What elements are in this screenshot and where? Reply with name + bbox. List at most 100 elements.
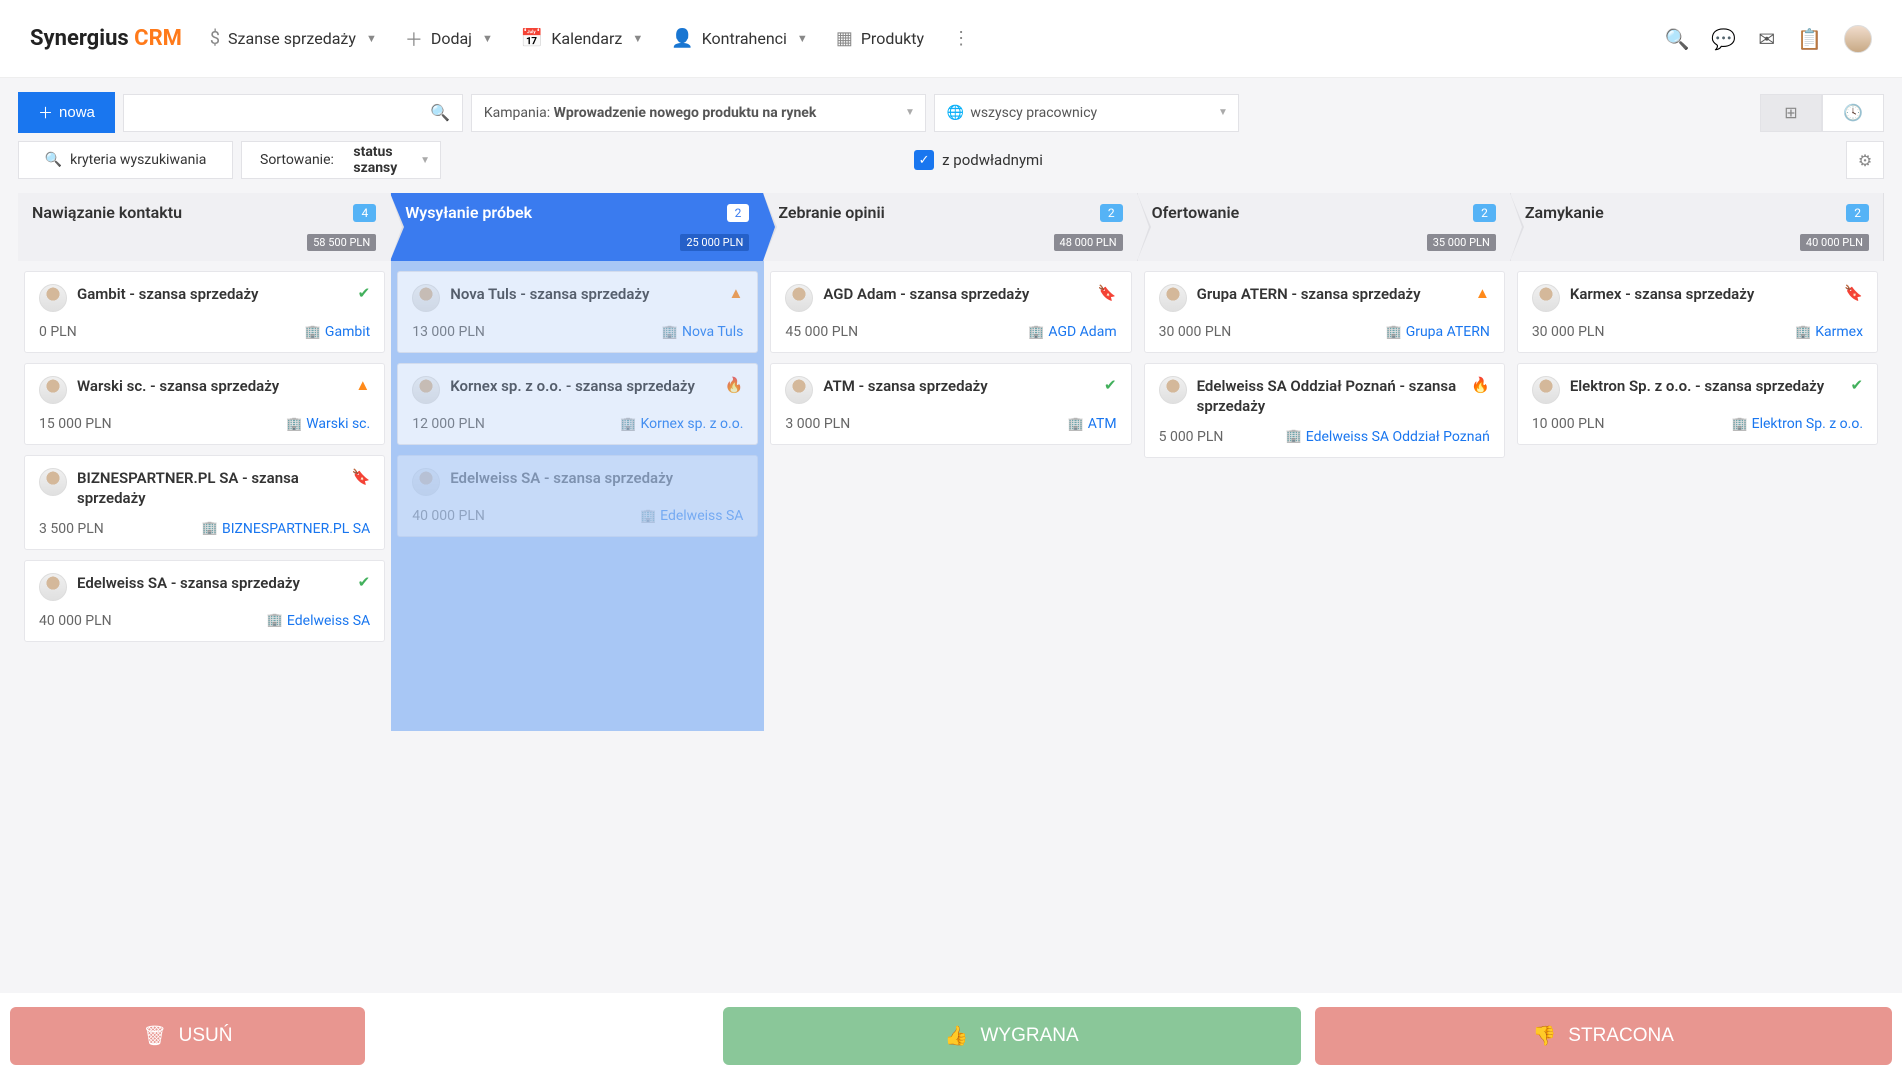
campaign-select[interactable]: Kampania: Wprowadzenie nowego produktu n… <box>471 94 926 132</box>
mail-icon[interactable]: ✉ <box>1758 27 1775 51</box>
column-header[interactable]: Zamykanie 2 40 000 PLN <box>1511 193 1884 261</box>
thumbs-down-icon: 👎 <box>1533 1024 1557 1048</box>
opportunity-card[interactable]: Karmex - szansa sprzedaży 🔖 30 000 PLN 🏢… <box>1517 271 1878 353</box>
card-company-link[interactable]: 🏢Gambit <box>305 324 370 340</box>
opportunity-card[interactable]: AGD Adam - szansa sprzedaży 🔖 45 000 PLN… <box>770 271 1131 353</box>
warning-icon: ▲ <box>1475 284 1490 302</box>
chevron-down-icon: ▼ <box>797 32 808 45</box>
card-price: 40 000 PLN <box>412 508 485 524</box>
opportunity-card[interactable]: Edelweiss SA - szansa sprzedaży ✔ 40 000… <box>24 560 385 642</box>
card-company-link[interactable]: 🏢Warski sc. <box>286 416 370 432</box>
card-title: Kornex sp. z o.o. - szansa sprzedaży <box>450 376 715 396</box>
opportunity-card[interactable]: Gambit - szansa sprzedaży ✔ 0 PLN 🏢Gambi… <box>24 271 385 353</box>
building-icon: 🏢 <box>1386 325 1402 340</box>
subordinates-checkbox-row[interactable]: ✓ z podwładnymi <box>914 150 1043 170</box>
building-icon: 🏢 <box>286 417 302 432</box>
building-icon: 🏢 <box>662 325 678 340</box>
card-price: 30 000 PLN <box>1532 324 1605 340</box>
search-icon[interactable]: 🔍 <box>1665 27 1690 51</box>
opportunity-card[interactable]: BIZNESPARTNER.PL SA - szansa sprzedaży 🔖… <box>24 455 385 550</box>
chat-icon[interactable]: 💬 <box>1711 27 1736 51</box>
win-button[interactable]: 👍 WYGRANA <box>723 1007 1301 1065</box>
card-price: 13 000 PLN <box>412 324 485 340</box>
sort-button[interactable]: Sortowanie: status szansy ▼ <box>241 141 441 179</box>
trash-icon: 🗑 <box>143 1024 167 1048</box>
opportunity-card[interactable]: Grupa ATERN - szansa sprzedaży ▲ 30 000 … <box>1144 271 1505 353</box>
card-company-link[interactable]: 🏢Edelweiss SA <box>267 613 370 629</box>
nav-add[interactable]: ＋ Dodaj ▼ <box>405 26 493 52</box>
card-company-link[interactable]: 🏢Elektron Sp. z o.o. <box>1731 416 1863 432</box>
settings-button[interactable]: ⚙ <box>1846 141 1884 179</box>
opportunity-card[interactable]: Elektron Sp. z o.o. - szansa sprzedaży ✔… <box>1517 363 1878 445</box>
column-sum: 40 000 PLN <box>1800 234 1869 251</box>
card-company-link[interactable]: 🏢Edelweiss SA <box>640 508 743 524</box>
grid-icon: ▦ <box>836 28 853 49</box>
card-company-link[interactable]: 🏢Kornex sp. z o.o. <box>620 416 743 432</box>
card-title: ATM - szansa sprzedaży <box>823 376 1094 396</box>
column-header[interactable]: Zebranie opinii 2 48 000 PLN <box>764 193 1137 261</box>
lose-button[interactable]: 👎 STRACONA <box>1315 1007 1893 1065</box>
column-title: Wysyłanie próbek <box>405 203 532 222</box>
column-title: Nawiązanie kontaktu <box>32 203 182 222</box>
card-avatar <box>412 468 440 496</box>
card-company-link[interactable]: 🏢AGD Adam <box>1028 324 1116 340</box>
opportunity-card[interactable]: Kornex sp. z o.o. - szansa sprzedaży 🔥 1… <box>397 363 758 445</box>
column-sum: 25 000 PLN <box>680 234 749 251</box>
logo: Synergius CRM <box>30 26 182 51</box>
opportunity-card[interactable]: Edelweiss SA - szansa sprzedaży 40 000 P… <box>397 455 758 537</box>
opportunity-card[interactable]: ATM - szansa sprzedaży ✔ 3 000 PLN 🏢ATM <box>770 363 1131 445</box>
card-company-link[interactable]: 🏢Edelweiss SA Oddział Poznań <box>1286 429 1490 445</box>
nav-contractors[interactable]: 👤 Kontrahenci ▼ <box>671 28 808 49</box>
building-icon: 🏢 <box>305 325 321 340</box>
employee-select[interactable]: 🌐 wszyscy pracownicy ▼ <box>934 94 1239 132</box>
toolbar-row1: ＋ nowa 🔍 Kampania: Wprowadzenie nowego p… <box>0 78 1902 133</box>
card-company-link[interactable]: 🏢ATM <box>1068 416 1117 432</box>
new-button[interactable]: ＋ nowa <box>18 92 115 133</box>
footer-spacer <box>379 1007 709 1065</box>
opportunity-card[interactable]: Edelweiss SA Oddział Poznań - szansa spr… <box>1144 363 1505 458</box>
column-header[interactable]: Nawiązanie kontaktu 4 58 500 PLN <box>18 193 391 261</box>
nav-products[interactable]: ▦ Produkty <box>836 28 924 49</box>
column-body: Grupa ATERN - szansa sprzedaży ▲ 30 000 … <box>1138 261 1511 731</box>
delete-button[interactable]: 🗑 USUŃ <box>10 1007 365 1065</box>
opportunity-card[interactable]: Nova Tuls - szansa sprzedaży ▲ 13 000 PL… <box>397 271 758 353</box>
clipboard-icon[interactable]: 📋 <box>1797 27 1822 51</box>
column-header[interactable]: Wysyłanie próbek 2 25 000 PLN <box>391 193 764 261</box>
card-company-link[interactable]: 🏢Karmex <box>1795 324 1863 340</box>
card-title: Grupa ATERN - szansa sprzedaży <box>1197 284 1465 304</box>
card-price: 0 PLN <box>39 324 77 340</box>
column-title: Zamykanie <box>1525 203 1604 222</box>
header-right: 🔍 💬 ✉ 📋 <box>1665 25 1872 53</box>
column-header[interactable]: Ofertowanie 2 35 000 PLN <box>1138 193 1511 261</box>
campaign-prefix: Kampania: <box>484 105 550 121</box>
card-avatar <box>785 376 813 404</box>
criteria-button[interactable]: 🔍 kryteria wyszukiwania <box>18 141 233 179</box>
search-input[interactable]: 🔍 <box>123 94 463 132</box>
card-title: Karmex - szansa sprzedaży <box>1570 284 1835 304</box>
search-icon: 🔍 <box>430 103 450 122</box>
kanban-view-button[interactable]: ⊞ <box>1760 94 1822 132</box>
main-header: Synergius CRM $ Szanse sprzedaży ▼ ＋ Dod… <box>0 0 1902 78</box>
nav-opportunities[interactable]: $ Szanse sprzedaży ▼ <box>210 28 377 49</box>
card-title: BIZNESPARTNER.PL SA - szansa sprzedaży <box>77 468 342 509</box>
card-avatar <box>412 284 440 312</box>
opportunity-card[interactable]: Warski sc. - szansa sprzedaży ▲ 15 000 P… <box>24 363 385 445</box>
column-body: Nova Tuls - szansa sprzedaży ▲ 13 000 PL… <box>391 261 764 731</box>
timeline-view-button[interactable]: 🕓 <box>1822 94 1884 132</box>
nav-more[interactable]: ⋮ <box>952 28 970 49</box>
nav-calendar[interactable]: 📅 Kalendarz ▼ <box>521 28 643 49</box>
employee-value: wszyscy pracownicy <box>970 105 1097 121</box>
bookmark-icon: 🔖 <box>352 468 371 486</box>
card-company-link[interactable]: 🏢BIZNESPARTNER.PL SA <box>202 521 370 537</box>
user-avatar[interactable] <box>1844 25 1872 53</box>
checkbox-checked-icon[interactable]: ✓ <box>914 150 934 170</box>
nav-opportunities-label: Szanse sprzedaży <box>228 29 356 48</box>
bookmark-icon: 🔖 <box>1844 284 1863 302</box>
card-company-link[interactable]: 🏢Nova Tuls <box>662 324 744 340</box>
kanban-column: Ofertowanie 2 35 000 PLN Grupa ATERN - s… <box>1138 193 1511 731</box>
plus-icon: ＋ <box>38 102 53 123</box>
sort-prefix: Sortowanie: <box>260 152 334 168</box>
nav-contractors-label: Kontrahenci <box>702 29 787 48</box>
card-company-link[interactable]: 🏢Grupa ATERN <box>1386 324 1490 340</box>
chevron-down-icon: ▼ <box>482 32 493 45</box>
